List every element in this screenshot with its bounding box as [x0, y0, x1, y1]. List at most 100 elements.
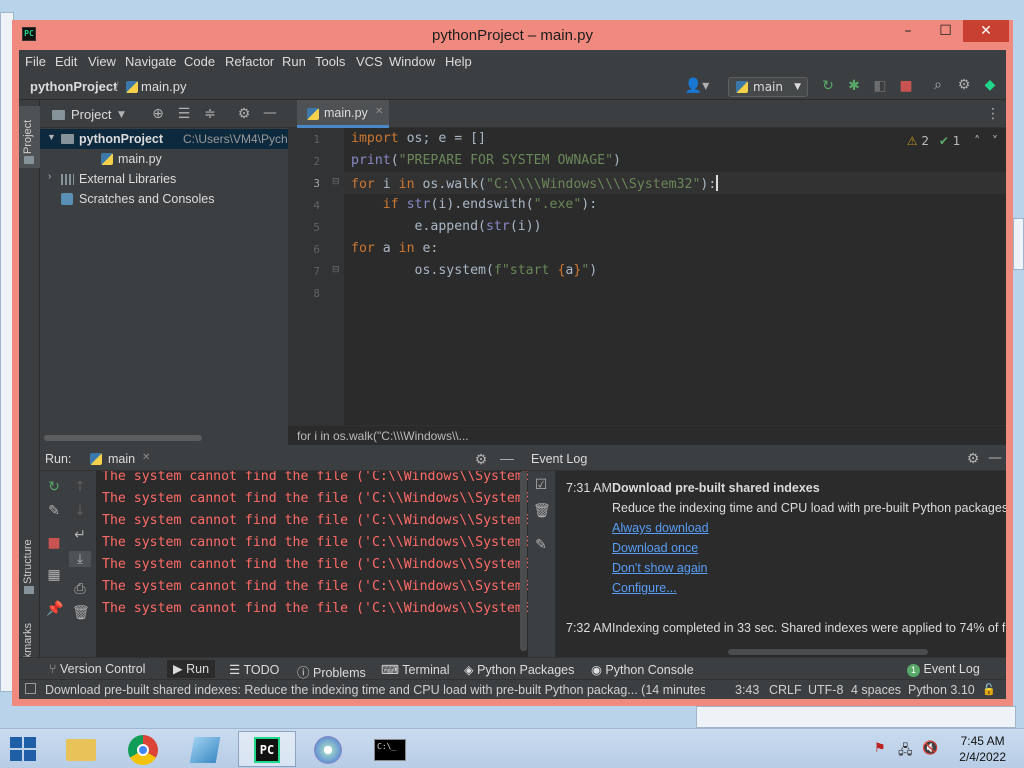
project-panel-title[interactable]: Project: [71, 107, 111, 122]
stop-icon[interactable]: ■: [46, 535, 62, 551]
title-bar[interactable]: PC pythonProject – main.py – ☐ ✕: [12, 20, 1013, 50]
gear-icon[interactable]: ⚙: [473, 451, 489, 467]
taskbar-media[interactable]: [300, 731, 358, 767]
link-always-download[interactable]: Always download: [612, 521, 709, 535]
gear-icon[interactable]: ⚙: [236, 106, 252, 122]
menu-help[interactable]: Help: [445, 54, 472, 69]
run-console-output[interactable]: The system cannot find the file ('C:\\Wi…: [96, 471, 528, 657]
trash-icon[interactable]: 🗑: [533, 503, 551, 519]
stop-icon[interactable]: ■: [897, 78, 915, 94]
menu-vcs[interactable]: VCS: [356, 54, 383, 69]
trash-icon[interactable]: 🗑: [72, 605, 90, 621]
chevron-up-icon[interactable]: ˄: [974, 134, 980, 148]
collapse-all-icon[interactable]: ≑: [202, 106, 218, 122]
indent-setting[interactable]: 4 spaces: [851, 683, 901, 697]
menu-window[interactable]: Window: [389, 54, 435, 69]
tree-item-main-py[interactable]: main.py: [40, 149, 288, 169]
menu-navigate[interactable]: Navigate: [125, 54, 176, 69]
tool-todo[interactable]: ☰ TODO: [229, 662, 279, 677]
file-encoding[interactable]: UTF-8: [808, 683, 843, 697]
code-editor[interactable]: import os; e = [] print("PREPARE FOR SYS…: [344, 128, 1006, 445]
fold-icon[interactable]: ⊟: [332, 265, 340, 275]
link-configure[interactable]: Configure...: [612, 581, 677, 595]
lock-icon[interactable]: 🔓: [982, 683, 996, 696]
taskbar-chrome[interactable]: [114, 731, 172, 767]
tool-run[interactable]: ▶ Run: [167, 660, 216, 678]
link-download-once[interactable]: Download once: [612, 541, 698, 555]
hide-icon[interactable]: —: [987, 450, 1003, 466]
line-separator[interactable]: CRLF: [769, 683, 802, 697]
taskbar-command-prompt[interactable]: C:\_: [362, 731, 420, 767]
close-button[interactable]: ✕: [963, 20, 1009, 42]
volume-icon[interactable]: 🔇: [922, 741, 938, 756]
soft-wrap-icon[interactable]: ↵: [72, 527, 88, 543]
menu-file[interactable]: File: [25, 54, 46, 69]
menu-view[interactable]: View: [88, 54, 116, 69]
rerun-icon[interactable]: ↻: [46, 479, 62, 495]
fold-icon[interactable]: ⊟: [332, 177, 340, 187]
tree-item-scratches[interactable]: Scratches and Consoles: [40, 189, 288, 209]
structure-tool-tab[interactable]: Structure: [19, 530, 40, 600]
inspection-widget[interactable]: ⚠ 2 ✔ 1 ˄ ˅: [907, 134, 998, 148]
settings-icon[interactable]: ⚙: [955, 77, 973, 93]
hide-icon[interactable]: —: [499, 450, 515, 466]
gear-icon[interactable]: ⚙: [965, 451, 981, 467]
status-message[interactable]: Download pre-built shared indexes: Reduc…: [45, 683, 705, 697]
horizontal-scrollbar[interactable]: [728, 649, 928, 655]
chevron-down-icon[interactable]: ▼: [118, 107, 125, 123]
more-options-icon[interactable]: ⋮: [986, 106, 1000, 122]
maximize-button[interactable]: ☐: [928, 20, 963, 42]
taskbar-file-explorer[interactable]: [52, 731, 110, 767]
caret-position[interactable]: 3:43: [735, 683, 759, 697]
minimize-button[interactable]: –: [888, 20, 928, 42]
status-toggle-icon[interactable]: [25, 683, 36, 694]
code-breadcrumb[interactable]: for i in os.walk("C:\\\Windows\\...: [297, 429, 469, 443]
expand-all-icon[interactable]: ☰: [176, 106, 192, 122]
tool-version-control[interactable]: ⑂ Version Control: [49, 662, 145, 676]
network-icon[interactable]: 🖧: [898, 741, 913, 763]
scroll-up-icon[interactable]: ↑: [72, 479, 88, 495]
tool-python-packages[interactable]: ◈ Python Packages: [464, 662, 574, 677]
chevron-down-icon[interactable]: ˅: [992, 134, 998, 148]
layout-icon[interactable]: ▦: [46, 567, 62, 583]
debug-icon[interactable]: ✱: [845, 78, 863, 94]
menu-code[interactable]: Code: [184, 54, 215, 69]
horizontal-scrollbar[interactable]: [44, 435, 202, 441]
tool-terminal[interactable]: ⌨ Terminal: [381, 662, 450, 677]
tree-item-project-root[interactable]: ▼ pythonProject C:\Users\VM4\PycharmProj…: [40, 129, 288, 149]
tab-main-py[interactable]: main.py ✕: [297, 100, 389, 128]
search-icon[interactable]: ⌕: [929, 77, 947, 93]
tool-event-log[interactable]: 1 Event Log: [907, 662, 980, 677]
coverage-icon[interactable]: ◧: [871, 78, 889, 94]
breadcrumb-project[interactable]: pythonProject: [30, 79, 117, 94]
locate-icon[interactable]: ⊕: [150, 106, 166, 122]
taskbar-notepad[interactable]: [176, 731, 234, 767]
taskbar-clock[interactable]: 7:45 AM 2/4/2022: [959, 733, 1006, 765]
hide-icon[interactable]: —: [262, 105, 278, 121]
close-tab-icon[interactable]: ✕: [142, 452, 150, 463]
vertical-scrollbar[interactable]: [520, 471, 527, 651]
jetbrains-icon[interactable]: ◆: [981, 77, 999, 93]
action-center-flag-icon[interactable]: ⚑: [874, 741, 886, 756]
python-interpreter[interactable]: Python 3.10: [908, 683, 975, 697]
start-button[interactable]: [10, 737, 36, 761]
pin-icon[interactable]: 📌: [46, 601, 63, 617]
mark-read-icon[interactable]: ☑: [533, 477, 549, 493]
menu-edit[interactable]: Edit: [55, 54, 77, 69]
wrench-icon[interactable]: ✎: [46, 503, 62, 519]
scroll-to-end-icon[interactable]: ⤓: [69, 551, 91, 567]
project-tool-tab[interactable]: Project: [19, 106, 40, 168]
taskbar-pycharm[interactable]: PC: [238, 731, 296, 767]
user-icon[interactable]: 👤▾: [683, 78, 711, 94]
wrench-icon[interactable]: ✎: [533, 537, 549, 553]
menu-run[interactable]: Run: [282, 54, 306, 69]
link-dont-show-again[interactable]: Don't show again: [612, 561, 708, 575]
tree-item-external-libraries[interactable]: › External Libraries: [40, 169, 288, 189]
breadcrumb-file[interactable]: main.py: [141, 79, 187, 94]
close-tab-icon[interactable]: ✕: [375, 106, 383, 117]
run-tab-main[interactable]: main: [108, 452, 135, 466]
menu-refactor[interactable]: Refactor: [225, 54, 274, 69]
run-config-selector[interactable]: main ▼: [728, 77, 808, 97]
scroll-down-icon[interactable]: ↓: [72, 503, 88, 519]
print-icon[interactable]: ⎙: [72, 581, 88, 597]
